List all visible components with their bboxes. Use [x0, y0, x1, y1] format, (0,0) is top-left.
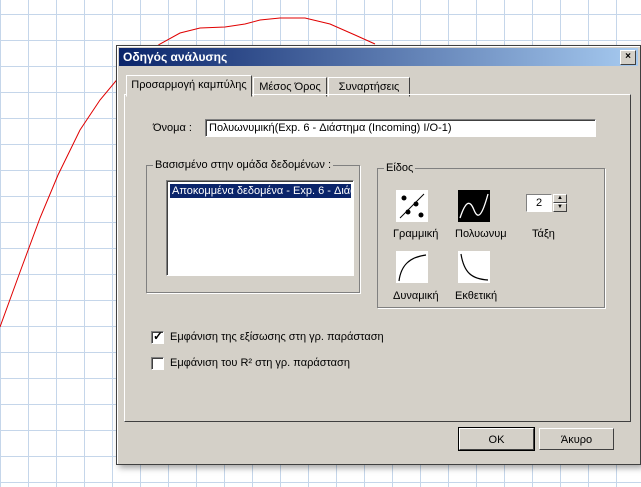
show-equation-label: Εμφάνιση της εξίσωσης στη γρ. παράσταση: [170, 331, 384, 343]
type-linear-label: Γραμμική: [393, 228, 439, 240]
type-exponential-label: Εκθετική: [455, 290, 498, 302]
dialog-titlebar: Οδηγός ανάλυσης ×: [119, 48, 638, 66]
dialog-title: Οδηγός ανάλυσης: [123, 50, 228, 64]
name-label: Όνομα :: [153, 122, 192, 134]
exponential-icon[interactable]: [458, 251, 490, 283]
show-r2-checkbox[interactable]: [151, 357, 164, 370]
order-value[interactable]: 2: [526, 194, 552, 212]
list-item[interactable]: Αποκομμένα δεδομένα - Exp. 6 - Διάσ: [170, 184, 351, 198]
checkmark-icon: ✓: [153, 329, 164, 343]
type-groupbox: Είδος Γραμμική Πολυωνυμ 2 ▲ ▼ Τάξη Δυναμ…: [377, 162, 605, 308]
polynomial-icon[interactable]: [458, 190, 490, 222]
type-group-title: Είδος: [384, 162, 416, 174]
analysis-wizard-dialog: Οδηγός ανάλυσης × Προσαρμογή καμπύλης Μέ…: [116, 45, 641, 465]
tab-curve-fit[interactable]: Προσαρμογή καμπύλης: [126, 75, 252, 97]
tab-panel-curve-fit: Όνομα : Πολυωνυμική(Exp. 6 - Διάστημα (I…: [124, 94, 631, 422]
dataset-groupbox: Βασισμένο στην ομάδα δεδομένων : Αποκομμ…: [146, 159, 360, 293]
cancel-button[interactable]: Άκυρο: [539, 428, 614, 450]
linear-icon[interactable]: [396, 190, 428, 222]
type-polynomial-label: Πολυωνυμ: [455, 228, 507, 240]
ok-button[interactable]: OK: [458, 427, 535, 451]
order-stepper[interactable]: 2 ▲ ▼: [526, 194, 572, 212]
close-button[interactable]: ×: [620, 50, 636, 65]
type-power-label: Δυναμική: [393, 290, 439, 302]
dataset-listbox[interactable]: Αποκομμένα δεδομένα - Exp. 6 - Διάσ: [166, 180, 354, 276]
order-down-button[interactable]: ▼: [553, 203, 567, 212]
dataset-group-title: Βασισμένο στην ομάδα δεδομένων :: [153, 159, 334, 171]
order-label: Τάξη: [532, 228, 555, 240]
power-icon[interactable]: [396, 251, 428, 283]
show-equation-checkbox[interactable]: ✓: [151, 329, 164, 344]
name-field[interactable]: Πολυωνυμική(Exp. 6 - Διάστημα (Incoming)…: [205, 119, 596, 137]
order-up-button[interactable]: ▲: [553, 194, 567, 203]
show-r2-label: Εμφάνιση του R² στη γρ. παράσταση: [170, 357, 350, 369]
